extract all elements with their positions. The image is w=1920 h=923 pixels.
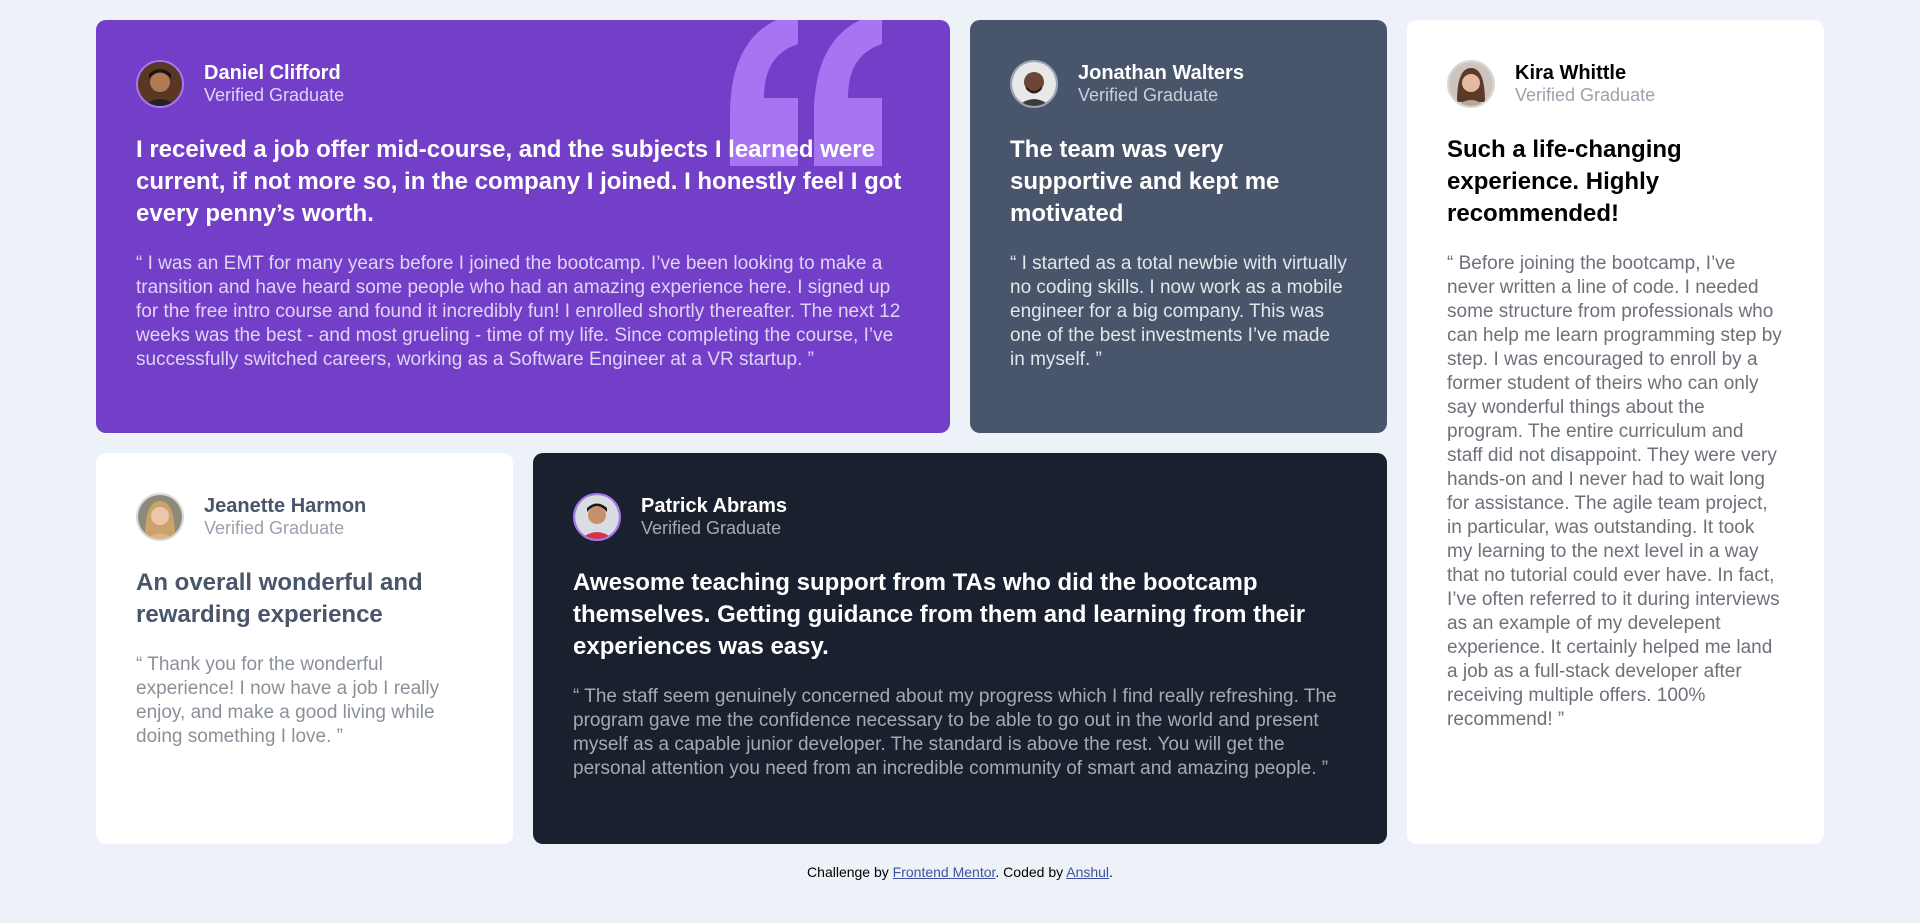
frontend-mentor-link[interactable]: Frontend Mentor: [893, 864, 996, 880]
card-header: Kira Whittle Verified Graduate: [1447, 60, 1784, 108]
author-link[interactable]: Anshul: [1066, 864, 1109, 880]
card-header: Jonathan Walters Verified Graduate: [1010, 60, 1347, 108]
author-name: Jonathan Walters: [1078, 62, 1244, 84]
avatar: [136, 493, 184, 541]
testimonial-quote: “ Before joining the bootcamp, I’ve neve…: [1447, 253, 1782, 730]
testimonial-headline: Such a life-changing experience. Highly …: [1447, 136, 1682, 227]
card-header: Patrick Abrams Verified Graduate: [573, 493, 1347, 541]
avatar: [136, 60, 184, 108]
testimonial-headline: Awesome teaching support from TAs who di…: [573, 569, 1306, 660]
testimonial-card-kira: Kira Whittle Verified Graduate Such a li…: [1407, 20, 1824, 844]
author-role: Verified Graduate: [1515, 85, 1656, 105]
author-role: Verified Graduate: [204, 85, 345, 105]
author-role: Verified Graduate: [1078, 85, 1219, 105]
testimonial-headline: An overall wonderful and rewarding exper…: [136, 569, 423, 628]
author-role: Verified Graduate: [641, 518, 782, 538]
author-name: Kira Whittle: [1515, 62, 1627, 84]
avatar: [1447, 60, 1495, 108]
testimonial-card-patrick: Patrick Abrams Verified Graduate Awesome…: [533, 453, 1387, 844]
author-name: Patrick Abrams: [641, 495, 787, 517]
card-header: Jeanette Harmon Verified Graduate: [136, 493, 473, 541]
testimonial-card-jeanette: Jeanette Harmon Verified Graduate An ove…: [96, 453, 513, 844]
testimonial-quote: “ The staff seem genuinely concerned abo…: [573, 686, 1337, 779]
testimonial-card-daniel: Daniel Clifford Verified Graduate I rece…: [96, 20, 950, 433]
card-header: Daniel Clifford Verified Graduate: [136, 60, 910, 108]
attribution-prefix: Challenge by: [807, 864, 893, 880]
avatar: [573, 493, 621, 541]
author-name: Daniel Clifford: [204, 62, 341, 84]
author-role: Verified Graduate: [204, 518, 345, 538]
testimonial-card-jonathan: Jonathan Walters Verified Graduate The t…: [970, 20, 1387, 433]
attribution-middle: . Coded by: [995, 864, 1067, 880]
attribution: Challenge by Frontend Mentor. Coded by A…: [0, 864, 1920, 880]
testimonial-quote: “ I was an EMT for many years before I j…: [136, 253, 901, 370]
author-name: Jeanette Harmon: [204, 495, 367, 517]
testimonial-headline: The team was very supportive and kept me…: [1010, 136, 1280, 227]
testimonial-quote: “ Thank you for the wonderful experience…: [136, 654, 440, 747]
testimonials-grid: Daniel Clifford Verified Graduate I rece…: [96, 20, 1824, 844]
testimonial-quote: “ I started as a total newbie with virtu…: [1010, 253, 1347, 370]
attribution-suffix: .: [1109, 864, 1113, 880]
testimonial-headline: I received a job offer mid-course, and t…: [136, 136, 902, 227]
avatar: [1010, 60, 1058, 108]
